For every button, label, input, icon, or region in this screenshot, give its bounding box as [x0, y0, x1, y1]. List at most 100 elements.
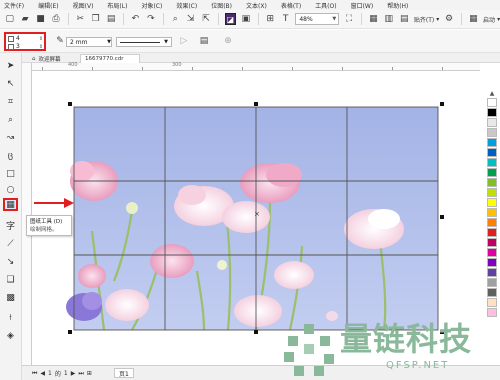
line-style-select[interactable]: ▼: [116, 37, 172, 47]
palette-swatch[interactable]: [487, 308, 497, 317]
export-icon[interactable]: ⇱: [200, 13, 211, 25]
palette-swatch[interactable]: [487, 298, 497, 307]
freehand-tool-icon[interactable]: ↝: [3, 131, 18, 144]
palette-swatch[interactable]: [487, 128, 497, 137]
palette-swatch[interactable]: [487, 208, 497, 217]
horizontal-ruler[interactable]: 400 300: [32, 62, 480, 71]
palette-swatch[interactable]: [487, 248, 497, 257]
open-folder-icon[interactable]: ▰: [19, 13, 30, 25]
menu-tools[interactable]: 工具(O): [315, 1, 336, 10]
launch-dropdown[interactable]: 启动 ▾: [483, 15, 500, 24]
page-tab[interactable]: 页1: [114, 368, 134, 378]
arrowhead-icon[interactable]: ▷: [178, 35, 190, 47]
menu-table[interactable]: 表格(T): [281, 1, 301, 10]
palette-swatch[interactable]: [487, 258, 497, 267]
corel-connect-icon[interactable]: ▣: [240, 13, 251, 25]
palette-swatch[interactable]: [487, 158, 497, 167]
palette-swatch[interactable]: [487, 218, 497, 227]
palette-swatch[interactable]: [487, 108, 497, 117]
palette-swatch[interactable]: [487, 188, 497, 197]
show-grid-icon[interactable]: ▥: [383, 13, 394, 25]
shape-tool-icon[interactable]: ↖: [3, 77, 18, 90]
fill-tool-icon[interactable]: ◈: [3, 329, 18, 342]
copy-icon[interactable]: ❐: [90, 13, 101, 25]
menu-effects[interactable]: 效果(C): [176, 1, 197, 10]
spin-arrows-icon[interactable]: ⇕: [38, 44, 44, 50]
palette-swatch[interactable]: [487, 138, 497, 147]
chevron-down-icon: ▼: [107, 39, 111, 45]
text-tool-icon[interactable]: 字: [3, 219, 18, 232]
palette-swatch[interactable]: [487, 288, 497, 297]
zoom-tool-icon[interactable]: ⌕: [3, 113, 18, 126]
outline-pen-icon[interactable]: ✎: [54, 35, 66, 47]
redo-icon[interactable]: ↷: [145, 13, 156, 25]
grid-rows-field[interactable]: 3 ⇕: [8, 43, 44, 50]
last-page-icon[interactable]: ⏭: [78, 370, 83, 378]
print-icon[interactable]: ⎙: [50, 13, 61, 25]
publish-pdf-icon[interactable]: ⊞: [265, 13, 276, 25]
add-preset-icon[interactable]: ⊕: [222, 35, 234, 47]
add-page-icon[interactable]: ⊞: [87, 370, 92, 377]
zoom-level-select[interactable]: 48% ▼: [295, 13, 340, 25]
full-screen-icon[interactable]: ⛶: [343, 13, 354, 25]
save-icon[interactable]: ■: [35, 13, 46, 25]
cut-icon[interactable]: ✂: [75, 13, 86, 25]
palette-swatch[interactable]: [487, 148, 497, 157]
pick-tool-icon[interactable]: ➤: [3, 59, 18, 72]
text-icon[interactable]: T: [280, 13, 291, 25]
prev-page-icon[interactable]: ◀: [40, 370, 45, 377]
drop-shadow-icon[interactable]: ❑: [3, 273, 18, 286]
undo-icon[interactable]: ↶: [130, 13, 141, 25]
launcher-grid-icon[interactable]: ▦: [468, 13, 479, 25]
wrap-text-icon[interactable]: ▤: [198, 35, 210, 47]
spin-arrows-icon[interactable]: ⇕: [38, 36, 44, 42]
palette-swatch[interactable]: [487, 178, 497, 187]
artistic-media-icon[interactable]: ც: [3, 149, 18, 162]
palette-swatch[interactable]: [487, 268, 497, 277]
search-content-icon[interactable]: ⌕: [170, 13, 181, 25]
palette-scroll-up-icon[interactable]: ▲: [490, 90, 495, 97]
palette-swatch[interactable]: [487, 228, 497, 237]
connector-tool-icon[interactable]: ↘: [3, 255, 18, 268]
outline-width-select[interactable]: 2 mm ▼: [66, 37, 112, 47]
crop-tool-icon[interactable]: ⌗: [3, 95, 18, 108]
palette-swatch[interactable]: [487, 238, 497, 247]
parallel-dimension-icon[interactable]: ⟋: [3, 237, 18, 250]
new-document-icon[interactable]: ▢: [4, 13, 15, 25]
tab-document-file[interactable]: 16679770.cdr: [80, 54, 140, 63]
menu-help[interactable]: 帮助(H): [387, 1, 408, 10]
palette-swatch[interactable]: [487, 118, 497, 127]
eyedropper-icon[interactable]: ⟊: [3, 311, 18, 324]
menu-view[interactable]: 视图(V): [73, 1, 94, 10]
rectangle-tool-icon[interactable]: □: [3, 167, 18, 180]
ruler-tick: [142, 67, 143, 70]
palette-swatch[interactable]: [487, 98, 497, 107]
vertical-ruler[interactable]: [22, 63, 32, 365]
graph-paper-tool-icon[interactable]: ▦: [3, 198, 18, 211]
palette-swatch[interactable]: [487, 278, 497, 287]
menu-edit[interactable]: 编辑(E): [38, 1, 58, 10]
menu-layout[interactable]: 布局(L): [107, 1, 127, 10]
menu-file[interactable]: 文件(F): [4, 1, 24, 10]
import-icon[interactable]: ⇲: [185, 13, 196, 25]
total-page-number: 1: [63, 370, 68, 377]
options-gear-icon[interactable]: ⚙: [443, 13, 454, 25]
grid-columns-field[interactable]: 4 ⇕: [8, 35, 44, 42]
menu-bitmaps[interactable]: 位图(B): [211, 1, 232, 10]
application-launcher-icon[interactable]: ◪: [224, 13, 237, 25]
ellipse-tool-icon[interactable]: ○: [3, 183, 18, 196]
paste-icon[interactable]: ▤: [105, 13, 116, 25]
palette-swatch[interactable]: [487, 168, 497, 177]
menu-window[interactable]: 窗口(W): [351, 1, 374, 10]
show-rulers-icon[interactable]: ▦: [368, 13, 379, 25]
menu-text[interactable]: 文本(X): [246, 1, 267, 10]
menu-object[interactable]: 对象(C): [141, 1, 162, 10]
transparency-icon[interactable]: ▩: [3, 291, 18, 304]
toolbar-divider: [217, 13, 219, 25]
snap-to-dropdown[interactable]: 贴齐(T) ▾: [414, 15, 439, 24]
columns-icon: [8, 35, 14, 42]
next-page-icon[interactable]: ▶: [71, 370, 76, 377]
show-guidelines-icon[interactable]: ▤: [399, 13, 410, 25]
first-page-icon[interactable]: ⏮: [32, 370, 37, 378]
palette-swatch[interactable]: [487, 198, 497, 207]
